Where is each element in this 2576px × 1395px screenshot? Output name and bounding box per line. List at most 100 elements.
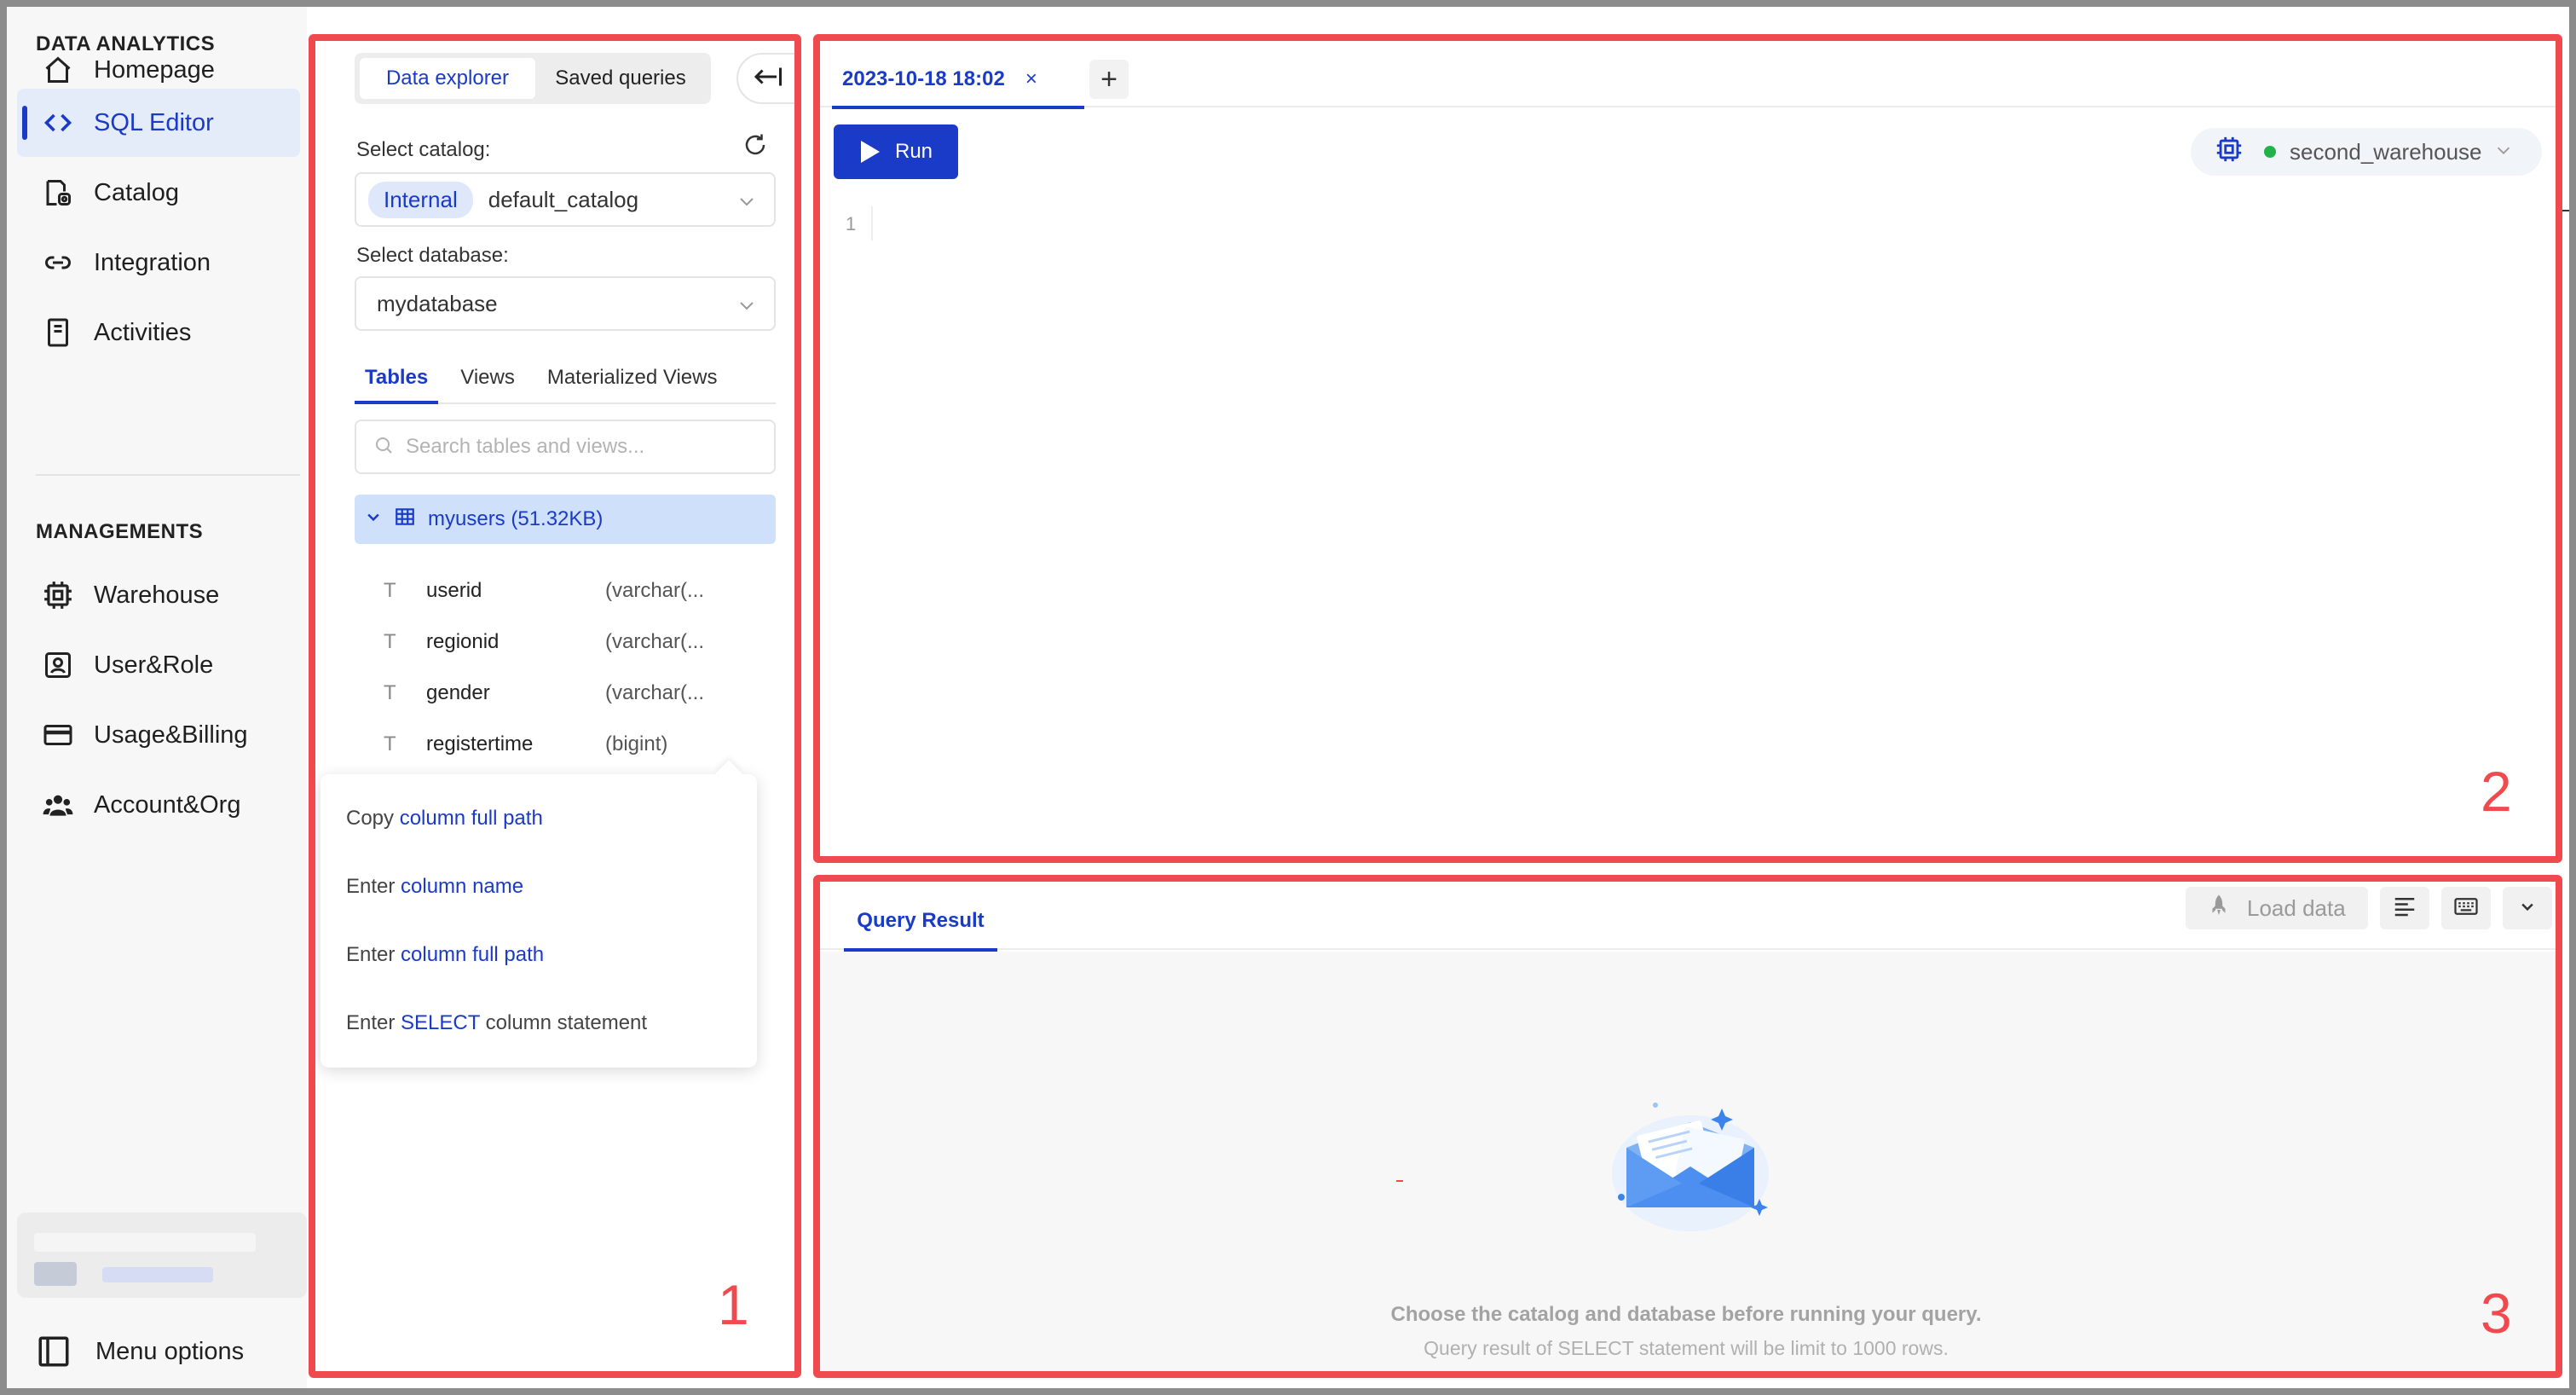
format-button[interactable] <box>2380 887 2429 929</box>
explorer-mode-switch: Data explorer Saved queries <box>355 53 711 104</box>
tab-query-result[interactable]: Query Result <box>844 892 997 952</box>
load-data-label: Load data <box>2247 894 2346 921</box>
keyboard-shortcuts-button[interactable] <box>2441 887 2491 929</box>
query-tab[interactable]: 2023-10-18 18:02 × <box>832 51 1084 109</box>
menu-options-label: Menu options <box>95 1337 245 1365</box>
chevron-down-icon <box>736 191 757 217</box>
sidebar-item-activities[interactable]: Activities <box>17 298 300 367</box>
annotation-label-3: 3 <box>2481 1282 2512 1345</box>
tab-views[interactable]: Views <box>450 353 525 402</box>
refresh-icon <box>742 132 768 162</box>
table-item-myusers[interactable]: myusers (51.32KB) <box>355 495 776 544</box>
warehouse-select[interactable]: second_warehouse <box>2191 128 2542 176</box>
column-row[interactable]: T regionid (varchar(... <box>384 621 742 663</box>
add-tab-button[interactable]: + <box>1089 60 1129 99</box>
catalog-value: default_catalog <box>488 186 639 212</box>
table-search[interactable] <box>355 420 776 474</box>
menu-item-text: Enter <box>346 875 401 898</box>
menu-options-button[interactable]: Menu options <box>36 1334 244 1369</box>
text-type-icon: T <box>384 732 396 755</box>
sidebar-toggle-icon <box>36 1334 72 1369</box>
sidebar-item-user-role[interactable]: User&Role <box>17 631 300 699</box>
search-icon <box>373 435 394 460</box>
tab-saved-queries[interactable]: Saved queries <box>535 58 706 99</box>
edge-mark <box>2561 210 2576 211</box>
section-title-managements: MANAGEMENTS <box>36 520 204 543</box>
empty-state-title: Choose the catalog and database before r… <box>1390 1303 1982 1326</box>
menu-item-highlight: column full path <box>401 943 545 966</box>
user-icon <box>41 648 75 682</box>
column-type: (varchar(... <box>605 579 705 602</box>
text-type-icon: T <box>384 630 396 653</box>
menu-item-enter-column-name[interactable]: Enter column name <box>346 875 523 899</box>
play-icon <box>861 141 880 163</box>
table-icon <box>394 506 416 534</box>
result-empty-state: Choose the catalog and database before r… <box>817 952 2556 1380</box>
search-input[interactable] <box>406 435 764 459</box>
more-options-button[interactable] <box>2503 887 2552 929</box>
refresh-button[interactable] <box>738 130 772 164</box>
data-explorer-panel: Data explorer Saved queries Select catal… <box>315 39 796 1369</box>
sidebar-item-label: Account&Org <box>94 790 241 819</box>
column-name: registertime <box>426 732 534 755</box>
avatar <box>34 1262 77 1286</box>
sidebar-item-label: User&Role <box>94 651 214 679</box>
column-row[interactable]: T gender (varchar(... <box>384 672 742 715</box>
menu-item-highlight: column full path <box>399 807 543 830</box>
tab-materialized-views[interactable]: Materialized Views <box>537 353 728 402</box>
sidebar-item-label: Homepage <box>94 55 215 84</box>
annotation-label-2: 2 <box>2481 760 2512 823</box>
run-button[interactable]: Run <box>834 124 958 179</box>
tab-data-explorer[interactable]: Data explorer <box>360 58 535 99</box>
sidebar: DATA ANALYTICS Homepage SQL Editor Catal… <box>7 7 307 1388</box>
warehouse-name: second_warehouse <box>2290 138 2482 165</box>
nav-divider <box>36 474 300 476</box>
sidebar-item-label: Integration <box>94 248 211 276</box>
chevron-down-icon <box>736 295 757 321</box>
user-profile-card[interactable] <box>17 1213 307 1298</box>
database-label: Select database: <box>356 244 509 267</box>
catalog-select[interactable]: Internal default_catalog <box>355 172 776 227</box>
keyboard-icon <box>2452 894 2480 923</box>
table-name: myusers (51.32KB) <box>428 507 604 530</box>
align-left-icon <box>2392 894 2417 923</box>
load-data-button[interactable]: Load data <box>2186 887 2368 929</box>
sidebar-item-integration[interactable]: Integration <box>17 229 300 297</box>
menu-item-text: Enter <box>346 943 401 966</box>
sidebar-item-usage-billing[interactable]: Usage&Billing <box>17 701 300 769</box>
sidebar-item-account-org[interactable]: Account&Org <box>17 771 300 839</box>
empty-state-subtitle: Query result of SELECT statement will be… <box>1424 1337 1949 1359</box>
database-select[interactable]: mydatabase <box>355 276 776 331</box>
catalog-label: Select catalog: <box>356 138 491 161</box>
column-name: gender <box>426 681 490 704</box>
empty-envelope-illustration <box>1612 1103 1769 1231</box>
blurred-account-id <box>102 1267 213 1282</box>
menu-item-copy-full-path[interactable]: Copy column full path <box>346 807 543 831</box>
menu-item-enter-select[interactable]: Enter SELECT column statement <box>346 1011 647 1035</box>
sidebar-item-label: Warehouse <box>94 581 220 609</box>
database-value: mydatabase <box>377 290 498 316</box>
stray-mark <box>1396 1180 1403 1182</box>
column-type: (varchar(... <box>605 681 705 704</box>
sidebar-item-sql-editor[interactable]: SQL Editor <box>17 89 300 157</box>
column-type: (varchar(... <box>605 630 705 653</box>
menu-item-highlight: SELECT <box>401 1011 480 1034</box>
team-icon <box>41 788 75 822</box>
sidebar-item-label: Catalog <box>94 178 179 206</box>
sidebar-item-warehouse[interactable]: Warehouse <box>17 561 300 629</box>
column-row[interactable]: T userid (varchar(... <box>384 570 742 612</box>
text-type-icon: T <box>384 579 396 602</box>
column-context-menu: Copy column full path Enter column name … <box>321 774 757 1068</box>
collapse-panel-button[interactable] <box>736 53 796 104</box>
tab-tables[interactable]: Tables <box>355 353 439 404</box>
home-icon <box>41 53 75 87</box>
sidebar-item-catalog[interactable]: Catalog <box>17 159 300 227</box>
column-row[interactable]: T registertime (bigint) <box>384 723 742 766</box>
card-icon <box>41 718 75 752</box>
close-icon[interactable]: × <box>1025 67 1037 91</box>
blurred-username <box>34 1233 256 1252</box>
menu-item-enter-full-path[interactable]: Enter column full path <box>346 943 544 967</box>
sidebar-item-label: Activities <box>94 318 192 346</box>
query-tab-bar: 2023-10-18 18:02 × + <box>817 51 2556 109</box>
chevron-down-icon <box>2494 139 2513 165</box>
